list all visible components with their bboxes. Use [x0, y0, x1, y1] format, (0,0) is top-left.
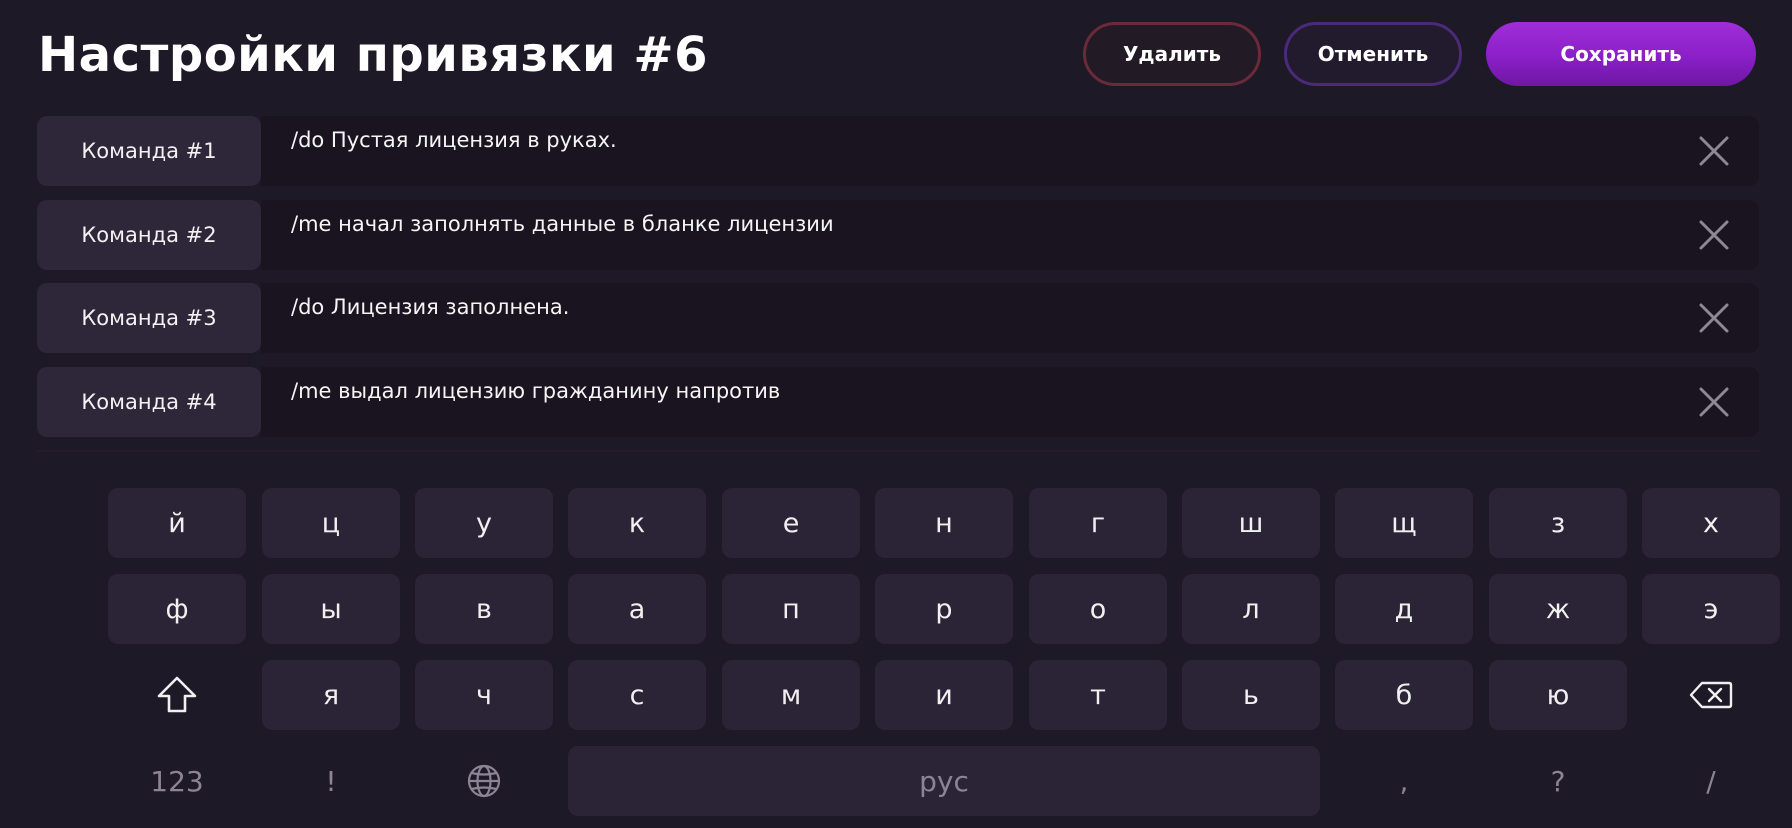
close-icon[interactable] [1697, 134, 1731, 168]
command-label: Команда #3 [37, 283, 261, 353]
key-д[interactable]: д [1335, 574, 1473, 644]
close-icon[interactable] [1697, 218, 1731, 252]
command-row-4: Команда #4 /me выдал лицензию гражданину… [37, 367, 1759, 437]
globe-icon [467, 764, 501, 798]
key-в[interactable]: в [415, 574, 553, 644]
key-ф[interactable]: ф [108, 574, 246, 644]
key-ю[interactable]: ю [1489, 660, 1627, 730]
key-х[interactable]: х [1642, 488, 1780, 558]
numbers-key[interactable]: 123 [108, 746, 246, 816]
backspace-key[interactable] [1642, 660, 1780, 730]
key-и[interactable]: и [875, 660, 1013, 730]
close-icon[interactable] [1697, 385, 1731, 419]
key-л[interactable]: л [1182, 574, 1320, 644]
key-ш[interactable]: ш [1182, 488, 1320, 558]
key-э[interactable]: э [1642, 574, 1780, 644]
key-ж[interactable]: ж [1489, 574, 1627, 644]
command-input[interactable]: /do Лицензия заполнена. [261, 283, 1759, 353]
key-е[interactable]: е [722, 488, 860, 558]
key-г[interactable]: г [1029, 488, 1167, 558]
save-button[interactable]: Сохранить [1486, 22, 1756, 86]
keyboard-divider [37, 450, 1759, 452]
command-label: Команда #1 [37, 116, 261, 186]
key-р[interactable]: р [875, 574, 1013, 644]
language-key[interactable] [415, 746, 553, 816]
command-input[interactable]: /me начал заполнять данные в бланке лице… [261, 200, 1759, 270]
command-row-2: Команда #2 /me начал заполнять данные в … [37, 200, 1759, 270]
command-text: /do Пустая лицензия в руках. [291, 128, 617, 152]
key-ч[interactable]: ч [415, 660, 553, 730]
key-з[interactable]: з [1489, 488, 1627, 558]
delete-button[interactable]: Удалить [1083, 22, 1261, 86]
key-а[interactable]: а [568, 574, 706, 644]
shift-icon [157, 676, 197, 713]
key-к[interactable]: к [568, 488, 706, 558]
cancel-button[interactable]: Отменить [1284, 22, 1462, 86]
key-о[interactable]: о [1029, 574, 1167, 644]
command-text: /do Лицензия заполнена. [291, 295, 570, 319]
key-ь[interactable]: ь [1182, 660, 1320, 730]
key-ц[interactable]: ц [262, 488, 400, 558]
key-б[interactable]: б [1335, 660, 1473, 730]
key-т[interactable]: т [1029, 660, 1167, 730]
command-input[interactable]: /do Пустая лицензия в руках. [261, 116, 1759, 186]
close-icon[interactable] [1697, 301, 1731, 335]
command-input[interactable]: /me выдал лицензию гражданину напротив [261, 367, 1759, 437]
key-question[interactable]: ? [1489, 746, 1627, 816]
key-slash[interactable]: / [1642, 746, 1780, 816]
key-п[interactable]: п [722, 574, 860, 644]
key-с[interactable]: с [568, 660, 706, 730]
command-text: /me выдал лицензию гражданину напротив [291, 379, 781, 403]
key-exclamation[interactable]: ! [262, 746, 400, 816]
key-comma[interactable]: , [1335, 746, 1473, 816]
command-label: Команда #2 [37, 200, 261, 270]
command-text: /me начал заполнять данные в бланке лице… [291, 212, 834, 236]
command-row-1: Команда #1 /do Пустая лицензия в руках. [37, 116, 1759, 186]
command-row-3: Команда #3 /do Лицензия заполнена. [37, 283, 1759, 353]
key-й[interactable]: й [108, 488, 246, 558]
key-ы[interactable]: ы [262, 574, 400, 644]
space-key[interactable]: рус [568, 746, 1320, 816]
key-у[interactable]: у [415, 488, 553, 558]
page-title: Настройки привязки #6 [38, 27, 709, 83]
command-label: Команда #4 [37, 367, 261, 437]
key-я[interactable]: я [262, 660, 400, 730]
key-н[interactable]: н [875, 488, 1013, 558]
backspace-icon [1689, 681, 1733, 709]
key-щ[interactable]: щ [1335, 488, 1473, 558]
shift-key[interactable] [108, 660, 246, 730]
key-м[interactable]: м [722, 660, 860, 730]
